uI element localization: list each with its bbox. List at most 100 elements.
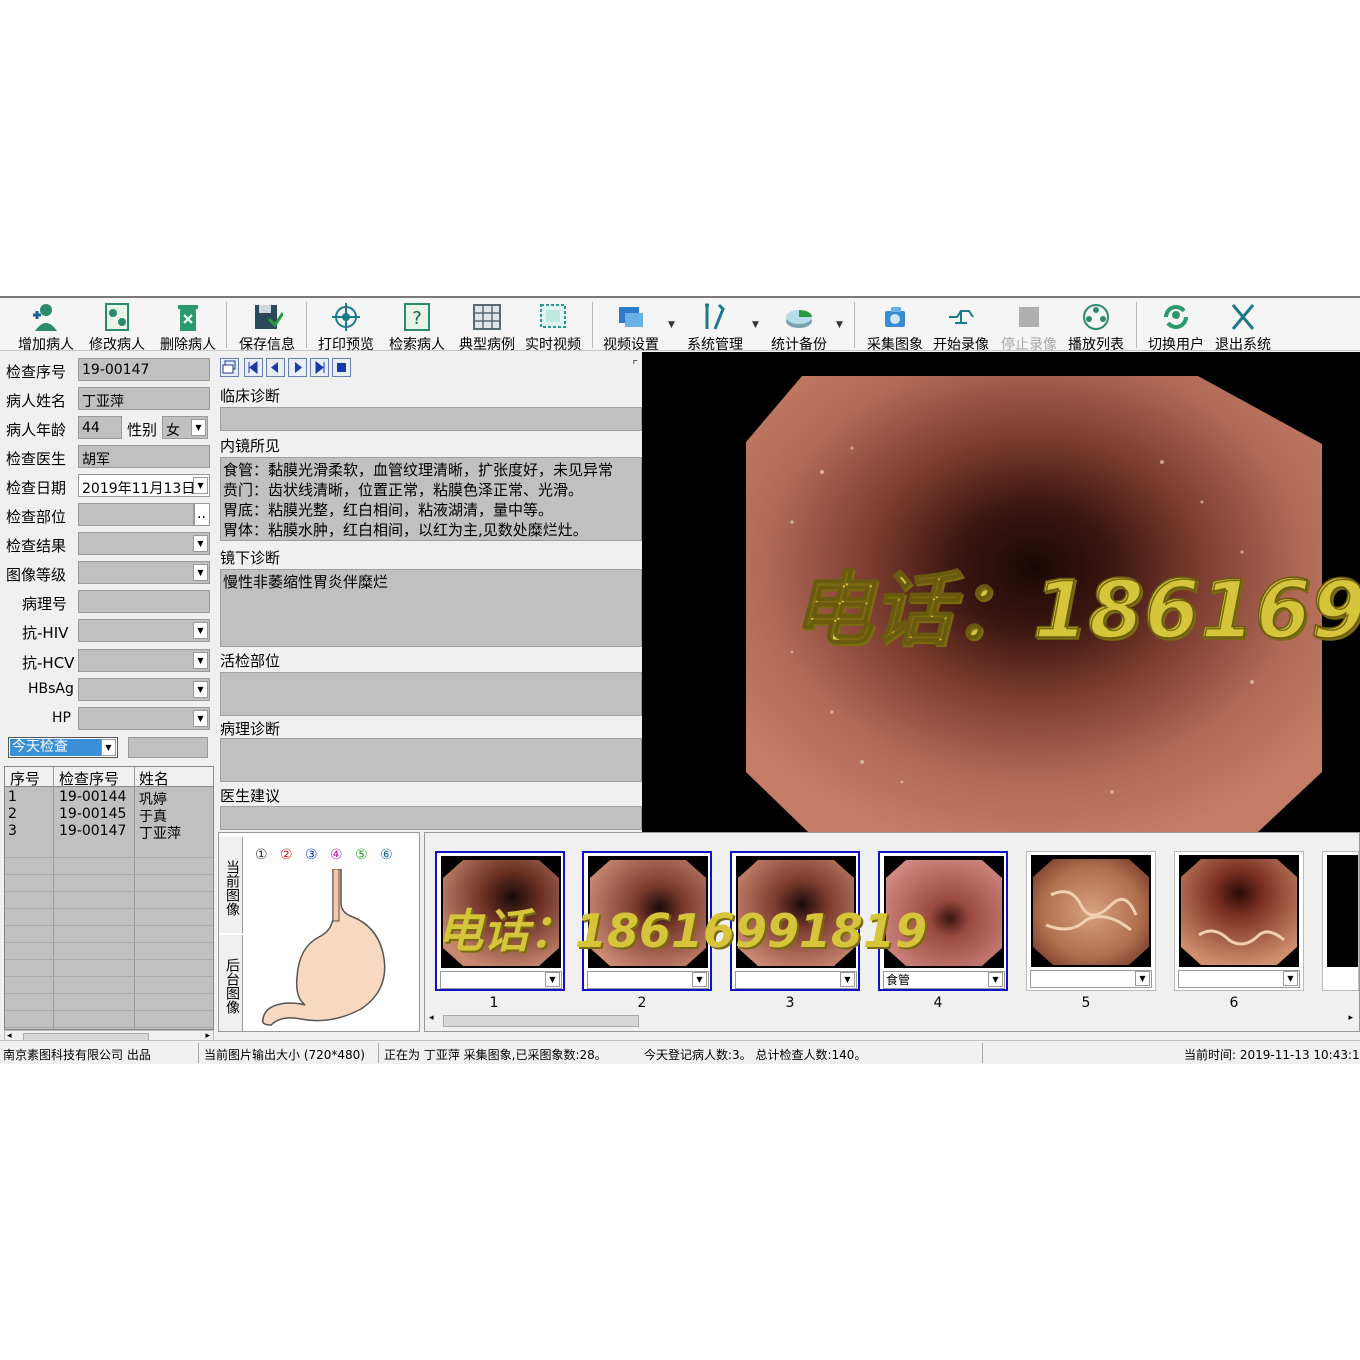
stats-backup-button[interactable]: 统计备份 (768, 301, 830, 353)
last-record-icon[interactable] (310, 358, 329, 377)
thumbnail-5[interactable]: ▼ (1026, 851, 1156, 991)
save-info-button[interactable]: 保存信息 (236, 301, 298, 353)
playlist-button[interactable]: 播放列表 (1064, 301, 1128, 353)
thumbnail-site-select[interactable]: ▼ (1030, 970, 1152, 988)
thumbnail-site-select[interactable]: 食管 ▼ (883, 971, 1005, 989)
exam-result-select[interactable]: ▼ (78, 532, 210, 555)
site-marker-1[interactable]: ① (255, 847, 268, 863)
delete-patient-button[interactable]: 删除病人 (158, 301, 218, 353)
age-label: 病人年龄 (6, 421, 67, 439)
endoscopic-diagnosis-label: 镜下诊断 (220, 549, 281, 567)
first-record-icon[interactable] (244, 358, 263, 377)
chevron-down-icon[interactable]: ▼ (193, 652, 208, 669)
typical-case-button[interactable]: 典型病例 (456, 301, 518, 353)
column-header-index[interactable]: 序号 (10, 768, 40, 789)
thumbnail-6[interactable]: ▼ (1174, 851, 1304, 991)
next-record-icon[interactable] (288, 358, 307, 377)
search-patient-button[interactable]: ? 检索病人 (386, 301, 448, 353)
stop-icon[interactable] (332, 358, 351, 377)
hbsag-select[interactable]: ▼ (78, 678, 210, 701)
restore-window-icon[interactable] (220, 358, 239, 377)
chevron-down-icon[interactable]: ▼ (988, 972, 1003, 987)
chevron-down-icon[interactable]: ▼ (193, 710, 208, 727)
list-filter-select[interactable]: 今天检查 ▼ (8, 737, 118, 758)
chevron-down-icon[interactable]: ▼ (101, 739, 116, 756)
chevron-down-icon[interactable]: ▼ (193, 564, 208, 581)
tab-current-images[interactable]: 当前图像 (219, 837, 243, 933)
chevron-down-icon[interactable]: ▼ (191, 419, 206, 436)
add-patient-button[interactable]: 增加病人 (16, 301, 76, 353)
chevron-down-icon[interactable]: ▼ (1283, 971, 1298, 986)
list-filter-input[interactable] (128, 737, 208, 758)
previous-record-icon[interactable] (266, 358, 285, 377)
start-record-button[interactable]: 开始录像 (930, 301, 992, 353)
site-browse-button[interactable]: .. (194, 503, 210, 526)
column-header-exam-no[interactable]: 检查序号 (59, 768, 119, 789)
thumbnail-site-select[interactable]: ▼ (1178, 970, 1300, 988)
hbsag-row: HBsAg ▼ (4, 678, 214, 702)
endoscopic-findings-field[interactable]: 食管：黏膜光滑柔软，血管纹理清晰，扩张度好，未见异常 贲门：齿状线清晰，位置正常… (220, 457, 642, 541)
live-video-button[interactable]: 实时视频 (522, 301, 584, 353)
image-grade-select[interactable]: ▼ (78, 561, 210, 584)
video-settings-button[interactable]: 视频设置 (600, 301, 662, 353)
site-marker-6[interactable]: ⑥ (380, 847, 393, 863)
thumbnail-site-select[interactable]: ▼ (587, 971, 709, 989)
thumbnail-7-partial[interactable] (1322, 851, 1359, 991)
stats-backup-dropdown-icon[interactable]: ▼ (836, 320, 843, 330)
scroll-right-icon[interactable]: ▸ (1348, 1013, 1353, 1023)
site-marker-2[interactable]: ② (280, 847, 293, 863)
print-preview-icon (332, 303, 360, 331)
diagnosis-text: 慢性非萎缩性胃炎伴糜烂 (223, 573, 389, 591)
pathology-diagnosis-field[interactable] (220, 738, 642, 782)
chevron-down-icon[interactable]: ▼ (1135, 971, 1150, 986)
doctor-advice-field[interactable] (220, 806, 642, 830)
exit-system-button[interactable]: 退出系统 (1212, 301, 1274, 353)
pathology-no-field[interactable] (78, 590, 210, 613)
capture-image-icon (885, 307, 905, 327)
video-settings-dropdown-icon[interactable]: ▼ (668, 320, 675, 330)
thumbnail-hscrollbar[interactable]: ◂ ▸ (427, 1013, 1357, 1029)
print-preview-button[interactable]: 打印预览 (315, 301, 377, 353)
column-header-name[interactable]: 姓名 (139, 768, 169, 789)
chevron-down-icon[interactable]: ▼ (193, 622, 208, 639)
thumbnail-site-select[interactable]: ▼ (440, 971, 562, 989)
hp-select[interactable]: ▼ (78, 707, 210, 730)
stop-record-button[interactable]: 停止录像 (998, 301, 1060, 353)
thumbnail-site-select[interactable]: ▼ (735, 971, 857, 989)
table-row[interactable]: 1 19-00144 巩婷 (5, 789, 213, 808)
chevron-down-icon[interactable]: ▼ (193, 477, 208, 494)
sex-select[interactable]: 女 ▼ (162, 416, 208, 439)
chevron-down-icon[interactable]: ▼ (193, 681, 208, 698)
exam-no-field[interactable]: 19-00147 (78, 358, 210, 381)
hiv-select[interactable]: ▼ (78, 619, 210, 642)
site-marker-4[interactable]: ④ (330, 847, 343, 863)
edit-patient-button[interactable]: 修改病人 (86, 301, 148, 353)
switch-user-button[interactable]: 切换用户 (1144, 301, 1208, 353)
system-admin-button[interactable]: 系统管理 (684, 301, 746, 353)
tab-background-images[interactable]: 后台图像 (219, 935, 243, 1031)
chevron-down-icon[interactable]: ▼ (840, 972, 855, 987)
live-endoscope-video[interactable]: 电话：18616991819 (642, 352, 1360, 832)
exam-date-picker[interactable]: 2019年11月13日 ▼ (78, 474, 210, 497)
doctor-field[interactable]: 胡军 (78, 445, 210, 468)
clinical-diagnosis-field[interactable] (220, 407, 642, 431)
biopsy-site-field[interactable] (220, 672, 642, 716)
hcv-select[interactable]: ▼ (78, 649, 210, 672)
search-patient-icon: ? (404, 303, 430, 331)
exam-site-field[interactable] (78, 503, 194, 526)
site-marker-5[interactable]: ⑤ (355, 847, 368, 863)
scrollbar-thumb[interactable] (443, 1015, 639, 1027)
patient-name-field[interactable]: 丁亚萍 (78, 387, 210, 410)
endoscopic-diagnosis-field[interactable]: 慢性非萎缩性胃炎伴糜烂 (220, 569, 642, 647)
chevron-down-icon[interactable]: ▼ (692, 972, 707, 987)
result-row: 检查结果 ▼ (4, 532, 214, 556)
system-admin-dropdown-icon[interactable]: ▼ (752, 320, 759, 330)
age-field[interactable]: 44 (78, 416, 122, 439)
scroll-left-icon[interactable]: ◂ (429, 1013, 434, 1023)
table-row[interactable]: 2 19-00145 于真 (5, 806, 213, 825)
table-row[interactable]: 3 19-00147 丁亚萍 (5, 823, 213, 842)
chevron-down-icon[interactable]: ▼ (193, 535, 208, 552)
chevron-down-icon[interactable]: ▼ (545, 972, 560, 987)
site-marker-3[interactable]: ③ (305, 847, 318, 863)
capture-image-button[interactable]: 采集图象 (864, 301, 926, 353)
